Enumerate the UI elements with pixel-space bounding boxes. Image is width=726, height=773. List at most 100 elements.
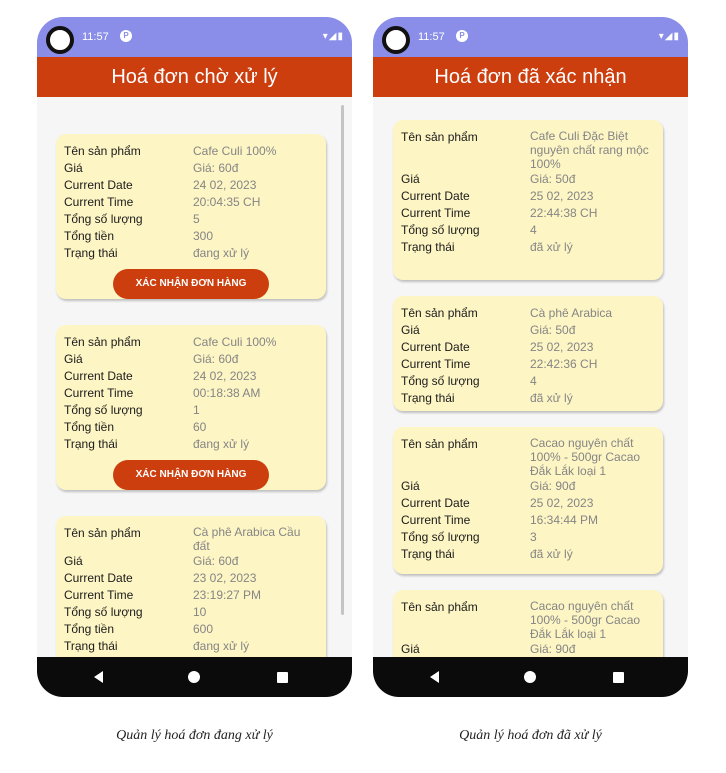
row-product: Tên sản phẩm Cafe Culi 100% xyxy=(64,334,318,351)
order-card: Tên sản phẩm Cà phê Arabica Giá Giá: 50đ C… xyxy=(393,296,663,411)
field-label: Giá xyxy=(401,479,420,493)
order-list[interactable]: Tên sản phẩm Cafe Culi Đặc Biệt nguyên ch… xyxy=(373,97,688,657)
field-label: Tên sản phẩm xyxy=(64,144,141,158)
order-card: Tên sản phẩm Cacao nguyên chất 100% - 500… xyxy=(393,590,663,657)
row-price: Giá Giá: 90đ xyxy=(401,478,655,495)
row-date: Current Date 23 02, 2023 xyxy=(64,570,318,587)
row-status: Trạng thái đang xử lý xyxy=(64,638,318,655)
confirm-order-button[interactable]: XÁC NHẬN ĐƠN HÀNG xyxy=(113,460,269,490)
home-icon[interactable] xyxy=(524,671,536,683)
order-list[interactable]: Tên sản phẩm Cafe Culi 100% Giá Giá: 60đ C… xyxy=(37,97,352,657)
field-value: Giá: 90đ xyxy=(530,479,576,493)
recents-icon[interactable] xyxy=(277,672,288,683)
row-total: Tổng tiền 60 xyxy=(64,419,318,436)
row-time: Current Time 22:42:36 CH xyxy=(401,356,655,373)
row-date: Current Date 25 02, 2023 xyxy=(401,339,655,356)
row-price: Giá Giá: 50đ xyxy=(401,171,655,188)
navigation-bar xyxy=(373,657,688,697)
field-value: 24 02, 2023 xyxy=(193,369,257,383)
home-icon[interactable] xyxy=(188,671,200,683)
camera-cutout xyxy=(382,26,410,54)
field-label: Tổng số lượng xyxy=(64,605,143,619)
field-value: đã xử lý xyxy=(530,391,573,405)
field-label: Giá xyxy=(64,352,83,366)
field-value: đã xử lý xyxy=(530,240,573,254)
field-value: Cacao nguyên chất 100% - 500gr Cacao Đắk… xyxy=(530,599,641,641)
field-value: 300 xyxy=(193,229,214,243)
status-time: 11:57 xyxy=(418,31,445,43)
row-date: Current Date 25 02, 2023 xyxy=(401,495,655,512)
row-time: Current Time 23:19:27 PM xyxy=(64,587,318,604)
row-status: Trạng thái đã xử lý xyxy=(401,390,655,407)
row-date: Current Date 24 02, 2023 xyxy=(64,177,318,194)
field-label: Tên sản phẩm xyxy=(401,437,478,451)
field-label: Current Date xyxy=(64,369,133,383)
row-product: Tên sản phẩm Cà phê Arabica xyxy=(401,305,655,322)
field-label: Trạng thái xyxy=(401,240,455,254)
field-value: 23:19:27 PM xyxy=(193,588,262,602)
phone-pending-orders: 11:57 P ▾◢▮ Hoá đơn chờ xử lý Tên sản ph… xyxy=(37,17,352,697)
field-value: 23 02, 2023 xyxy=(193,571,257,585)
field-label: Giá xyxy=(401,323,420,337)
back-icon[interactable] xyxy=(430,671,439,683)
row-product: Tên sản phẩm Cacao nguyên chất 100% - 500… xyxy=(401,599,655,641)
status-icons: ▾◢▮ xyxy=(323,31,344,42)
phone-confirmed-orders: 11:57 P ▾◢▮ Hoá đơn đã xác nhận Tên sản … xyxy=(373,17,688,697)
field-value: Giá: 60đ xyxy=(193,161,239,175)
field-value: Cacao nguyên chất 100% - 500gr Cacao Đắk… xyxy=(530,436,641,478)
field-label: Tổng số lượng xyxy=(64,403,143,417)
field-value: Cafe Culi 100% xyxy=(193,335,277,349)
status-icons: ▾◢▮ xyxy=(659,31,680,42)
field-label: Tên sản phẩm xyxy=(401,130,478,144)
row-time: Current Time 16:34:44 PM xyxy=(401,512,655,529)
field-value: 600 xyxy=(193,622,214,636)
field-value: 60 xyxy=(193,420,207,434)
order-card: Tên sản phẩm Cà phê Arabica Cầu đất Giá Gi… xyxy=(56,516,326,657)
back-icon[interactable] xyxy=(94,671,103,683)
row-price: Giá Giá: 50đ xyxy=(401,322,655,339)
field-label: Current Date xyxy=(64,571,133,585)
row-quantity: Tổng số lượng 3 xyxy=(401,529,655,546)
field-label: Trạng thái xyxy=(401,547,455,561)
field-label: Current Time xyxy=(401,357,471,371)
field-value: 25 02, 2023 xyxy=(530,189,594,203)
field-value: Giá: 60đ xyxy=(193,352,239,366)
field-label: Current Time xyxy=(64,386,134,400)
camera-cutout xyxy=(46,26,74,54)
row-total: Tổng tiền 300 xyxy=(64,228,318,245)
field-value: 3 xyxy=(530,530,537,544)
order-card: Tên sản phẩm Cafe Culi 100% Giá Giá: 60đ C… xyxy=(56,134,326,299)
order-card: Tên sản phẩm Cafe Culi 100% Giá Giá: 60đ C… xyxy=(56,325,326,490)
field-value: Giá: 50đ xyxy=(530,172,576,186)
scrollbar[interactable] xyxy=(341,105,344,615)
field-label: Tổng tiền xyxy=(64,622,115,636)
recents-icon[interactable] xyxy=(613,672,624,683)
row-product: Tên sản phẩm Cafe Culi Đặc Biệt nguyên ch… xyxy=(401,129,655,171)
navigation-bar xyxy=(37,657,352,697)
field-value: 25 02, 2023 xyxy=(530,340,594,354)
row-date: Current Date 25 02, 2023 xyxy=(401,188,655,205)
field-label: Tên sản phẩm xyxy=(64,526,141,540)
row-time: Current Time 20:04:35 CH xyxy=(64,194,318,211)
order-card: Tên sản phẩm Cafe Culi Đặc Biệt nguyên ch… xyxy=(393,120,663,280)
row-date: Current Date 24 02, 2023 xyxy=(64,368,318,385)
row-status: Trạng thái đang xử lý xyxy=(64,245,318,262)
row-price: Giá Giá: 60đ xyxy=(64,553,318,570)
caption-confirmed: Quản lý hoá đơn đã xử lý xyxy=(459,728,602,743)
field-label: Trạng thái xyxy=(64,437,118,451)
confirm-order-button[interactable]: XÁC NHẬN ĐƠN HÀNG xyxy=(113,269,269,299)
field-value: 1 xyxy=(193,403,200,417)
field-value: đang xử lý xyxy=(193,639,250,653)
row-price: Giá Giá: 90đ xyxy=(401,641,655,657)
field-value: 5 xyxy=(193,212,200,226)
field-value: 4 xyxy=(530,223,537,237)
page-title: Hoá đơn đã xác nhận xyxy=(373,57,688,97)
row-quantity: Tổng số lượng 10 xyxy=(64,604,318,621)
field-value: 10 xyxy=(193,605,207,619)
field-value: 16:34:44 PM xyxy=(530,513,599,527)
field-label: Trạng thái xyxy=(401,391,455,405)
row-total: Tổng tiền 600 xyxy=(64,621,318,638)
field-value: Cafe Culi 100% xyxy=(193,144,277,158)
row-product: Tên sản phẩm Cacao nguyên chất 100% - 500… xyxy=(401,436,655,478)
row-quantity: Tổng số lượng 1 xyxy=(64,402,318,419)
